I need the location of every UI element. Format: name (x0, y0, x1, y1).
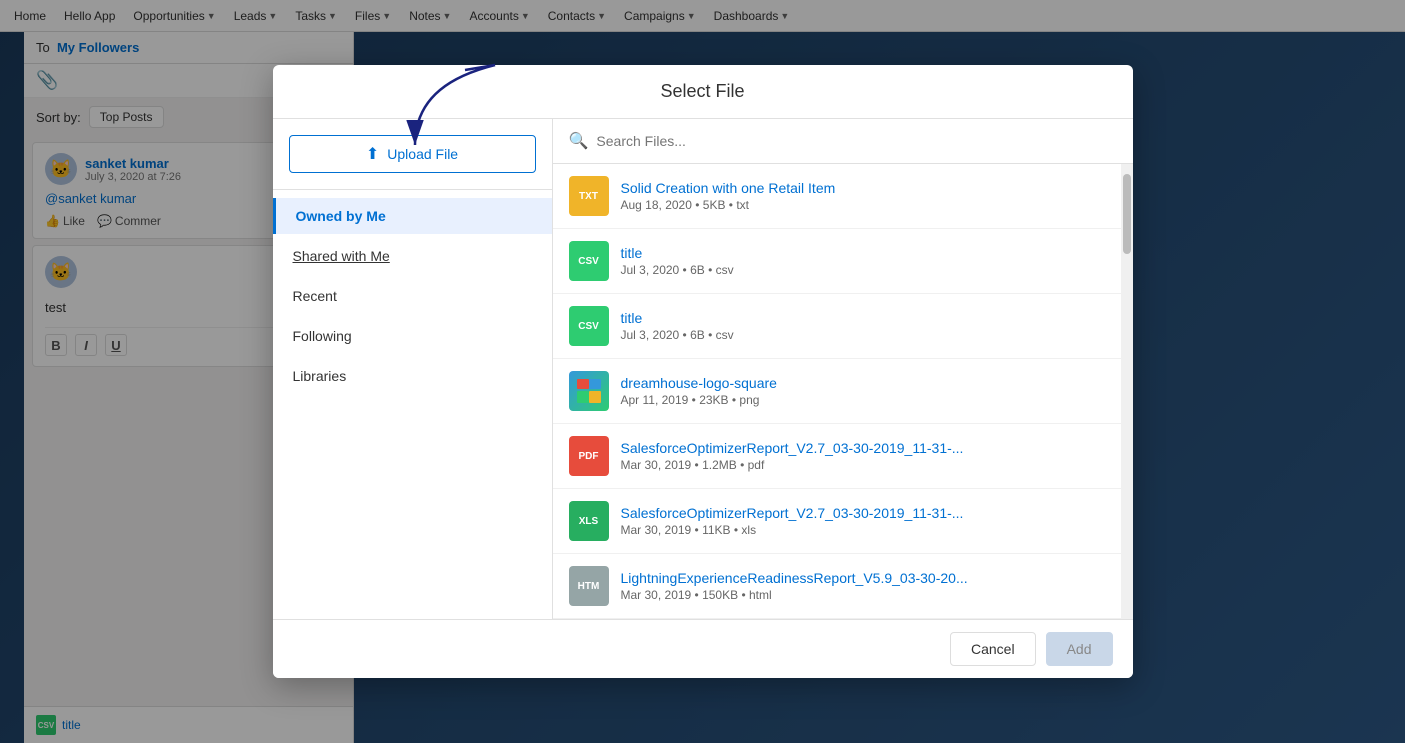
sidebar-libraries[interactable]: Libraries (273, 358, 552, 394)
sidebar-recent[interactable]: Recent (273, 278, 552, 314)
search-icon: 🔍 (569, 131, 589, 151)
file-type-icon: TXT (569, 176, 609, 216)
file-info: dreamhouse-logo-square Apr 11, 2019 • 23… (621, 375, 1105, 407)
file-item[interactable]: PDF SalesforceOptimizerReport_V2.7_03-30… (553, 424, 1121, 489)
file-meta: Jul 3, 2020 • 6B • csv (621, 263, 1105, 277)
search-bar: 🔍 (553, 119, 1133, 164)
cancel-button[interactable]: Cancel (950, 632, 1036, 666)
scrollbar-track[interactable] (1121, 164, 1133, 619)
modal-file-content: 🔍 TXT Solid Creation with one Retail Ite… (553, 119, 1133, 619)
file-item[interactable]: HTM LightningExperienceReadinessReport_V… (553, 554, 1121, 619)
file-name: SalesforceOptimizerReport_V2.7_03-30-201… (621, 505, 1105, 521)
file-info: title Jul 3, 2020 • 6B • csv (621, 310, 1105, 342)
scrollbar-thumb[interactable] (1123, 174, 1131, 254)
file-info: title Jul 3, 2020 • 6B • csv (621, 245, 1105, 277)
search-input[interactable] (596, 133, 1116, 149)
file-item[interactable]: dreamhouse-logo-square Apr 11, 2019 • 23… (553, 359, 1121, 424)
file-meta: Mar 30, 2019 • 11KB • xls (621, 523, 1105, 537)
file-item[interactable]: CSV title Jul 3, 2020 • 6B • csv (553, 294, 1121, 359)
file-meta: Aug 18, 2020 • 5KB • txt (621, 198, 1105, 212)
upload-file-button[interactable]: ⬆ Upload File (289, 135, 536, 173)
file-type-icon: CSV (569, 306, 609, 346)
modal-footer: Cancel Add (273, 620, 1133, 678)
file-type-icon: XLS (569, 501, 609, 541)
file-list-container: TXT Solid Creation with one Retail Item … (553, 164, 1133, 619)
file-name: title (621, 310, 1105, 326)
sidebar-divider (273, 189, 552, 190)
sidebar-following[interactable]: Following (273, 318, 552, 354)
file-info: SalesforceOptimizerReport_V2.7_03-30-201… (621, 505, 1105, 537)
file-type-icon: CSV (569, 241, 609, 281)
file-info: SalesforceOptimizerReport_V2.7_03-30-201… (621, 440, 1105, 472)
file-name: SalesforceOptimizerReport_V2.7_03-30-201… (621, 440, 1105, 456)
file-name: title (621, 245, 1105, 261)
file-info: Solid Creation with one Retail Item Aug … (621, 180, 1105, 212)
file-name: LightningExperienceReadinessReport_V5.9_… (621, 570, 1105, 586)
upload-icon: ⬆ (366, 144, 379, 164)
file-item[interactable]: CSV title Jul 3, 2020 • 6B • csv (553, 229, 1121, 294)
modal-body: ⬆ Upload File Owned by Me Shared with Me… (273, 119, 1133, 620)
file-type-icon: HTM (569, 566, 609, 606)
file-list: TXT Solid Creation with one Retail Item … (553, 164, 1121, 619)
sidebar-owned-by-me[interactable]: Owned by Me (273, 198, 552, 234)
file-meta: Mar 30, 2019 • 1.2MB • pdf (621, 458, 1105, 472)
modal-header: Select File (273, 65, 1133, 119)
modal-overlay: Select File ⬆ Upload File Owned by Me Sh… (0, 0, 1405, 743)
file-name: dreamhouse-logo-square (621, 375, 1105, 391)
file-meta: Apr 11, 2019 • 23KB • png (621, 393, 1105, 407)
file-meta: Jul 3, 2020 • 6B • csv (621, 328, 1105, 342)
sidebar-shared-with-me[interactable]: Shared with Me (273, 238, 552, 274)
file-type-icon (569, 371, 609, 411)
modal-title: Select File (293, 81, 1113, 102)
file-name: Solid Creation with one Retail Item (621, 180, 1105, 196)
select-file-modal: Select File ⬆ Upload File Owned by Me Sh… (273, 65, 1133, 678)
add-button[interactable]: Add (1046, 632, 1113, 666)
modal-sidebar: ⬆ Upload File Owned by Me Shared with Me… (273, 119, 553, 619)
file-item[interactable]: XLS SalesforceOptimizerReport_V2.7_03-30… (553, 489, 1121, 554)
file-item[interactable]: TXT Solid Creation with one Retail Item … (553, 164, 1121, 229)
file-info: LightningExperienceReadinessReport_V5.9_… (621, 570, 1105, 602)
file-meta: Mar 30, 2019 • 150KB • html (621, 588, 1105, 602)
file-type-icon: PDF (569, 436, 609, 476)
